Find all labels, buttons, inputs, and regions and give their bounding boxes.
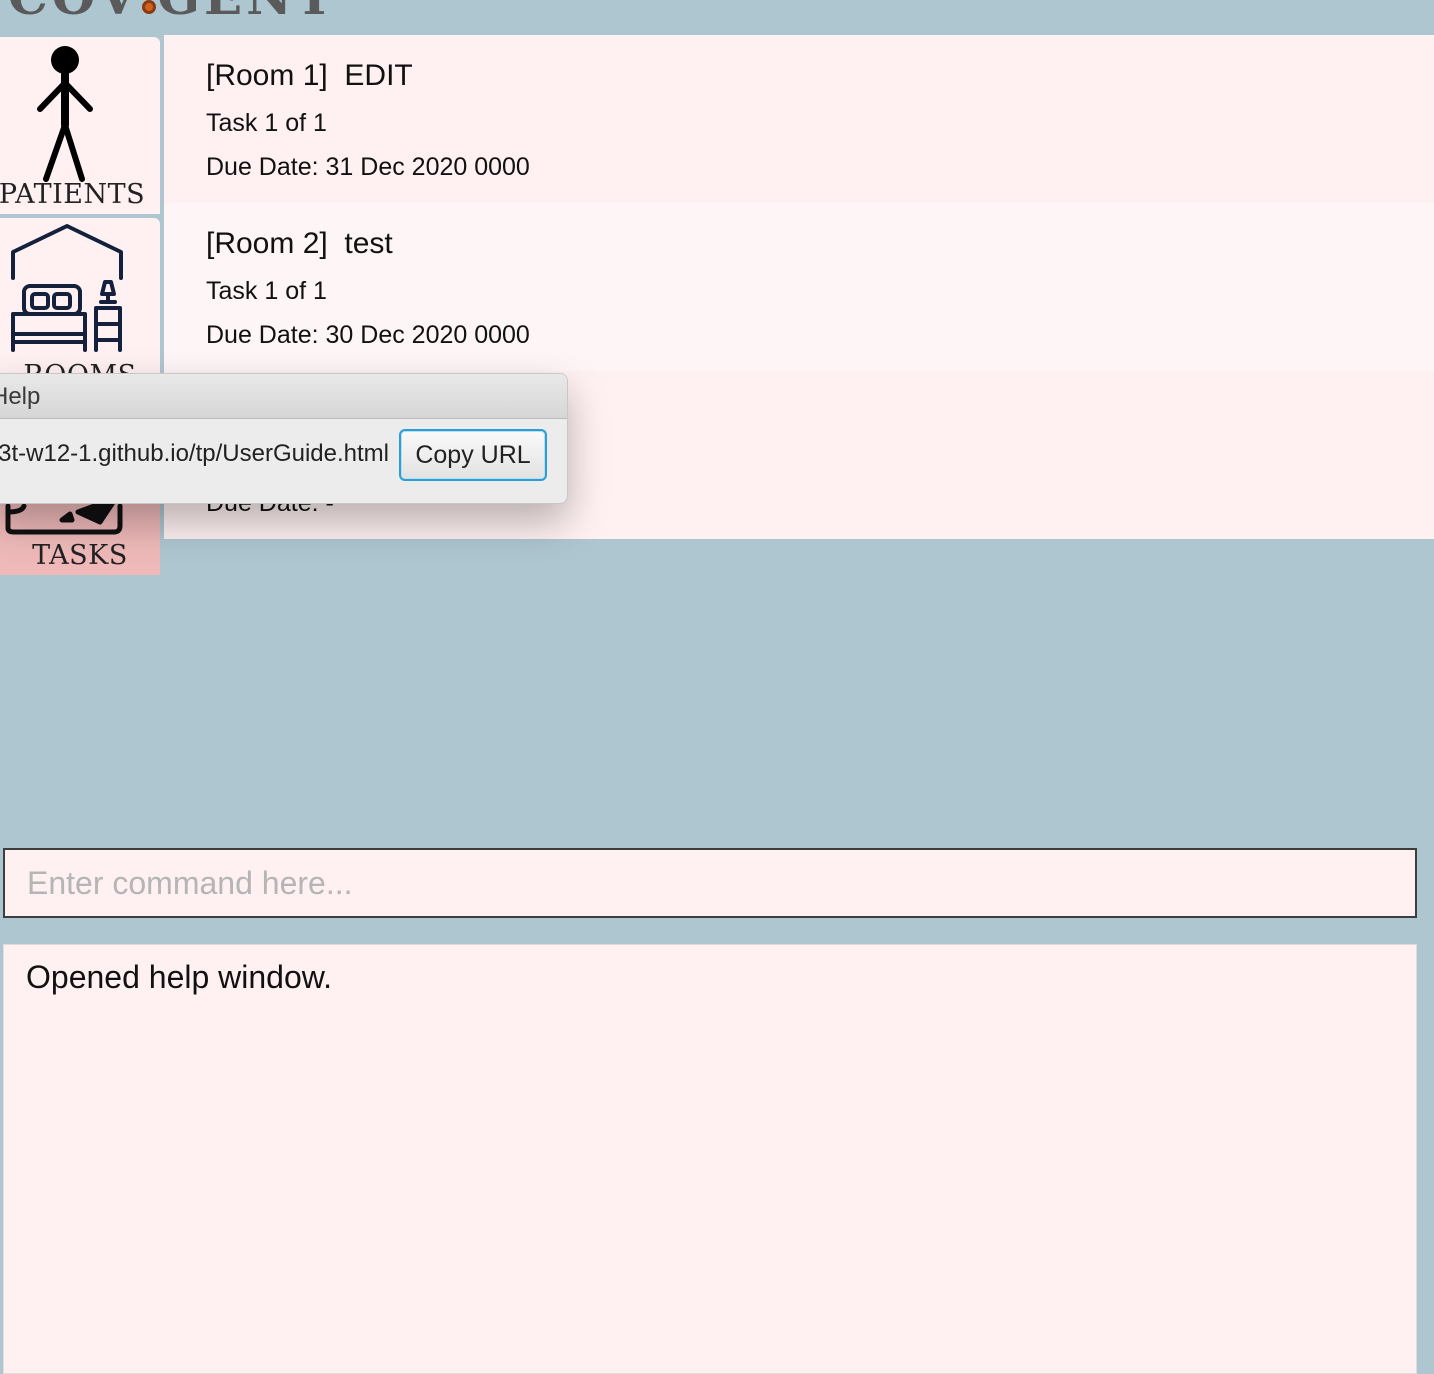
nav-tab-rooms[interactable]: ROOMS xyxy=(0,218,160,378)
logo-text-right: GENT xyxy=(157,0,337,26)
command-box xyxy=(3,848,1417,918)
nav-tab-patients[interactable]: PATIENTS xyxy=(0,37,160,214)
nav-tab-patients-label: PATIENTS xyxy=(0,179,146,210)
app-logo: COVGENT xyxy=(8,0,337,22)
copy-url-button[interactable]: Copy URL xyxy=(399,429,547,481)
task-count: Task 1 of 1 xyxy=(206,109,327,137)
result-display: Opened help window. xyxy=(3,944,1417,1374)
task-description: test xyxy=(344,227,393,260)
room-bed-icon xyxy=(11,224,123,352)
task-room: [Room 2] xyxy=(206,227,328,260)
task-count: Task 1 of 1 xyxy=(206,277,327,305)
nav-tab-tasks-label: TASKS xyxy=(32,540,128,571)
task-card[interactable]: [Room 2] test Task 1 of 1 Due Date: 30 D… xyxy=(164,203,1434,371)
help-window-titlebar[interactable]: Help xyxy=(0,374,567,419)
logo-text-left: COV xyxy=(8,0,141,26)
task-card[interactable]: [Room 1] EDIT Task 1 of 1 Due Date: 31 D… xyxy=(164,35,1434,203)
task-description: EDIT xyxy=(344,59,413,92)
command-input[interactable] xyxy=(5,850,1415,916)
help-window-title: Help xyxy=(0,383,41,410)
help-url-text: https://ay2021s1-cs2103t-w12-1.github.io… xyxy=(0,440,389,467)
task-title: [Room 1] EDIT xyxy=(206,59,413,93)
help-window: Help https://ay2021s1-cs2103t-w12-1.gith… xyxy=(0,373,568,504)
logo-dot-icon xyxy=(142,0,157,14)
result-text: Opened help window. xyxy=(26,959,332,995)
task-room: [Room 1] xyxy=(206,59,328,92)
patient-stick-figure-icon xyxy=(37,46,93,182)
task-due-date: Due Date: 31 Dec 2020 0000 xyxy=(206,153,530,181)
task-due-date: Due Date: 30 Dec 2020 0000 xyxy=(206,321,530,349)
task-title: [Room 2] test xyxy=(206,227,393,261)
